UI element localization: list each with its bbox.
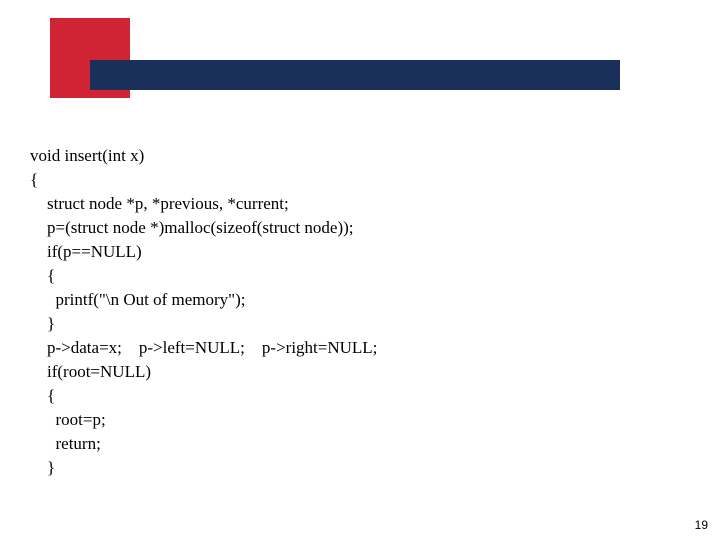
code-line: }: [30, 312, 670, 336]
navy-title-bar: [90, 60, 620, 90]
code-line: printf("\n Out of memory");: [30, 288, 670, 312]
code-line: return;: [30, 432, 670, 456]
code-line: void insert(int x): [30, 144, 670, 168]
code-line: root=p;: [30, 408, 670, 432]
slide: void insert(int x) { struct node *p, *pr…: [0, 0, 720, 540]
code-block: void insert(int x) { struct node *p, *pr…: [30, 144, 670, 480]
code-line: }: [30, 456, 670, 480]
code-line: {: [30, 264, 670, 288]
code-line: {: [30, 384, 670, 408]
code-line: if(p==NULL): [30, 240, 670, 264]
code-line: p=(struct node *)malloc(sizeof(struct no…: [30, 216, 670, 240]
code-line: struct node *p, *previous, *current;: [30, 192, 670, 216]
code-line: p->data=x; p->left=NULL; p->right=NULL;: [30, 336, 670, 360]
code-line: if(root=NULL): [30, 360, 670, 384]
code-line: {: [30, 168, 670, 192]
page-number: 19: [695, 518, 708, 532]
